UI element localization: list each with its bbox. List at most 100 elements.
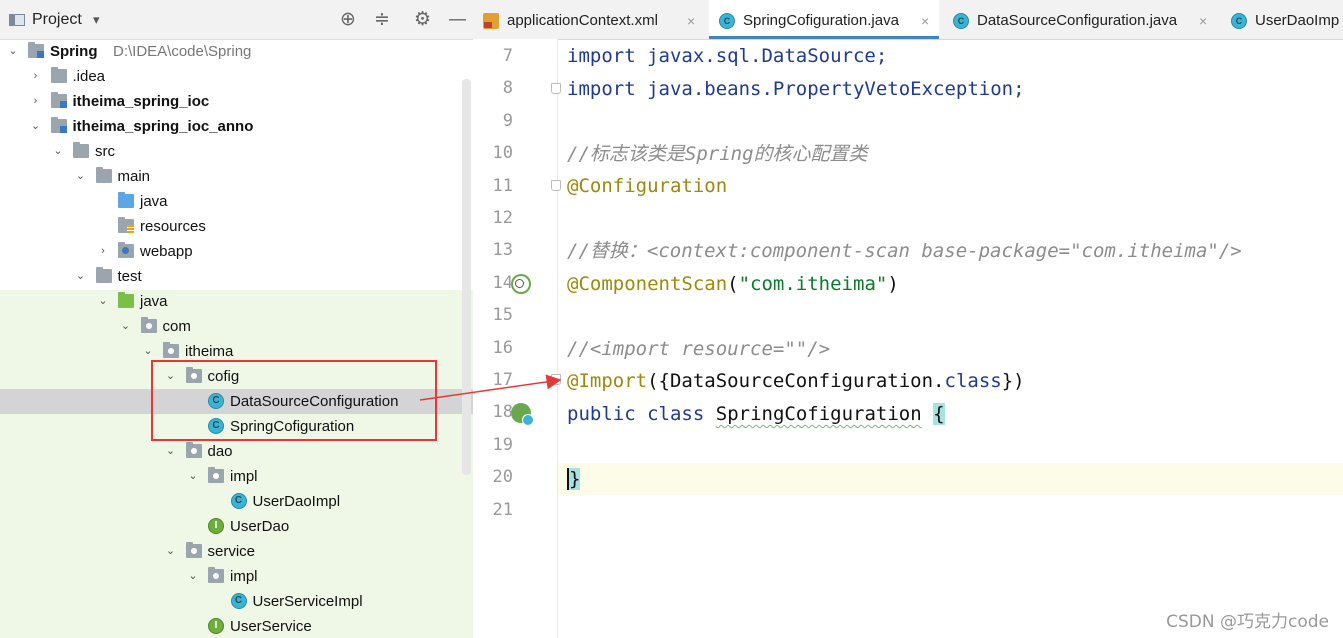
chevron-right-icon[interactable]: › [96, 239, 110, 264]
line-number: 21 [492, 499, 513, 520]
tree-item[interactable]: ⌄ impl [0, 564, 473, 589]
locate-file-icon[interactable]: ⊕ [340, 9, 356, 29]
tree-item[interactable]: java [0, 189, 473, 214]
tab-label: SpringCofiguration.java [743, 12, 899, 29]
tree-item[interactable]: › webapp [0, 239, 473, 264]
tree-item[interactable]: ⌄ impl [0, 464, 473, 489]
line-number: 20 [492, 467, 513, 488]
code-line-16: //<import resource=""/> [558, 333, 1343, 365]
class-icon: C [230, 593, 247, 609]
project-view-icon [9, 14, 25, 26]
editor-tabs: applicationContext.xml × C SpringCofigur… [473, 0, 1343, 40]
tree-item[interactable]: ⌄ main [0, 164, 473, 189]
annotation: @ComponentScan [567, 273, 728, 295]
comment: //<import resource=""/> [567, 338, 831, 360]
xml-file-icon [483, 13, 499, 29]
tab-spring-cofiguration-java[interactable]: C SpringCofiguration.java × [709, 0, 939, 39]
chevron-right-icon[interactable]: › [29, 89, 43, 114]
folder-green-icon [118, 292, 134, 308]
tree-item[interactable]: ⌄ service [0, 539, 473, 564]
tree-item-label: java [140, 293, 168, 310]
pkg-icon [140, 317, 157, 333]
close-icon[interactable]: × [921, 0, 929, 39]
line-number: 11 [492, 175, 513, 196]
watermark: CSDN @巧克力code [1166, 612, 1329, 632]
paren: ) [887, 273, 899, 295]
chevron-down-icon[interactable]: ⌄ [6, 39, 20, 64]
pkg-icon [185, 442, 202, 458]
chevron-down-icon[interactable]: ⌄ [186, 464, 200, 489]
tree-item-label: resources [140, 218, 206, 235]
tree-item[interactable]: ⌄ com [0, 314, 473, 339]
tree-item[interactable]: ⌄ java [0, 289, 473, 314]
gear-icon[interactable]: ⚙ [414, 9, 431, 29]
tree-item-label: UserService [230, 618, 312, 635]
chevron-down-icon[interactable]: ⌄ [51, 139, 65, 164]
tree-item[interactable]: C UserDaoImpl [0, 489, 473, 514]
code-line-18: public class SpringCofiguration { [558, 398, 1343, 430]
code-text: }) [1001, 370, 1025, 392]
chevron-right-icon[interactable]: › [29, 64, 43, 89]
chevron-down-icon[interactable]: ⌄ [119, 314, 133, 339]
view-selector-chevron-down-icon[interactable]: ▾ [93, 13, 100, 28]
project-tree: ⌄ Spring D:\IDEA\code\Spring › .idea › itheima… [0, 39, 473, 638]
tree-item[interactable]: ⌄ src [0, 139, 473, 164]
tree-item[interactable]: resources [0, 214, 473, 239]
tree-item[interactable]: ⌄ test [0, 264, 473, 289]
tree-item[interactable]: ⌄ Spring D:\IDEA\code\Spring [0, 39, 473, 64]
tree-item[interactable]: ⌄ itheima_spring_ioc_anno [0, 114, 473, 139]
pkg-icon [163, 342, 179, 358]
import-statement: import javax.sql.DataSource; [567, 45, 888, 67]
chevron-down-icon[interactable]: ⌄ [164, 539, 178, 564]
code-line-20: } [558, 463, 1343, 495]
tab-application-context-xml[interactable]: applicationContext.xml × [473, 0, 705, 39]
line-number: 15 [492, 305, 513, 326]
tree-item[interactable]: C UserServiceImpl [0, 589, 473, 614]
tree-item-label: service [207, 543, 256, 560]
tree-item-label: java [140, 193, 168, 210]
tree-item[interactable]: › .idea [0, 64, 473, 89]
tab-datasource-configuration-java[interactable]: C DataSourceConfiguration.java × [943, 0, 1219, 39]
tree-item-label: UserServiceImpl [252, 593, 363, 610]
code-text: ({DataSourceConfiguration. [647, 370, 945, 392]
tree-item-label: main [117, 168, 151, 185]
module-icon [50, 92, 67, 108]
module-icon [50, 117, 67, 133]
paren: ( [727, 273, 739, 295]
project-panel-title[interactable]: Project [32, 11, 82, 29]
tree-item-label: .idea [72, 68, 106, 85]
tree-item-label: impl [230, 568, 258, 585]
hide-panel-icon[interactable]: — [448, 9, 467, 29]
tree-item[interactable]: I UserService [0, 614, 473, 638]
keyword: public [567, 403, 636, 425]
highlight-box [151, 360, 437, 441]
collapse-all-icon[interactable]: ≑ [374, 9, 390, 29]
annotation: @Import [567, 370, 648, 392]
tab-label: DataSourceConfiguration.java [977, 12, 1178, 29]
class-file-icon: C [953, 13, 969, 29]
tab-label: UserDaoImp [1255, 12, 1340, 29]
editor: applicationContext.xml × C SpringCofigur… [473, 0, 1343, 638]
comment: //标志该类是Spring的核心配置类 [567, 143, 868, 165]
line-number: 13 [492, 240, 513, 261]
close-icon[interactable]: × [687, 0, 695, 39]
close-icon[interactable]: × [1199, 0, 1207, 39]
tree-item[interactable]: I UserDao [0, 514, 473, 539]
iface-icon: I [208, 618, 224, 634]
tree-item[interactable]: › itheima_spring_ioc [0, 89, 473, 114]
folder-icon [95, 267, 112, 283]
tab-user-dao-impl[interactable]: C UserDaoImp [1221, 0, 1343, 39]
chevron-down-icon[interactable]: ⌄ [74, 264, 88, 289]
line-number: 18 [492, 402, 513, 423]
code-line-14: @ComponentScan("com.itheima") [558, 268, 1343, 300]
chevron-down-icon[interactable]: ⌄ [74, 164, 88, 189]
class-file-icon: C [1231, 13, 1247, 29]
line-number: 9 [502, 110, 513, 131]
chevron-down-icon[interactable]: ⌄ [29, 114, 43, 139]
chevron-down-icon[interactable]: ⌄ [164, 439, 178, 464]
chevron-down-icon[interactable]: ⌄ [186, 564, 200, 589]
code-area[interactable]: import javax.sql.DataSource; import java… [558, 39, 1343, 638]
tree-item[interactable]: ⌄ dao [0, 439, 473, 464]
scrollbar[interactable] [462, 79, 471, 475]
chevron-down-icon[interactable]: ⌄ [96, 289, 110, 314]
